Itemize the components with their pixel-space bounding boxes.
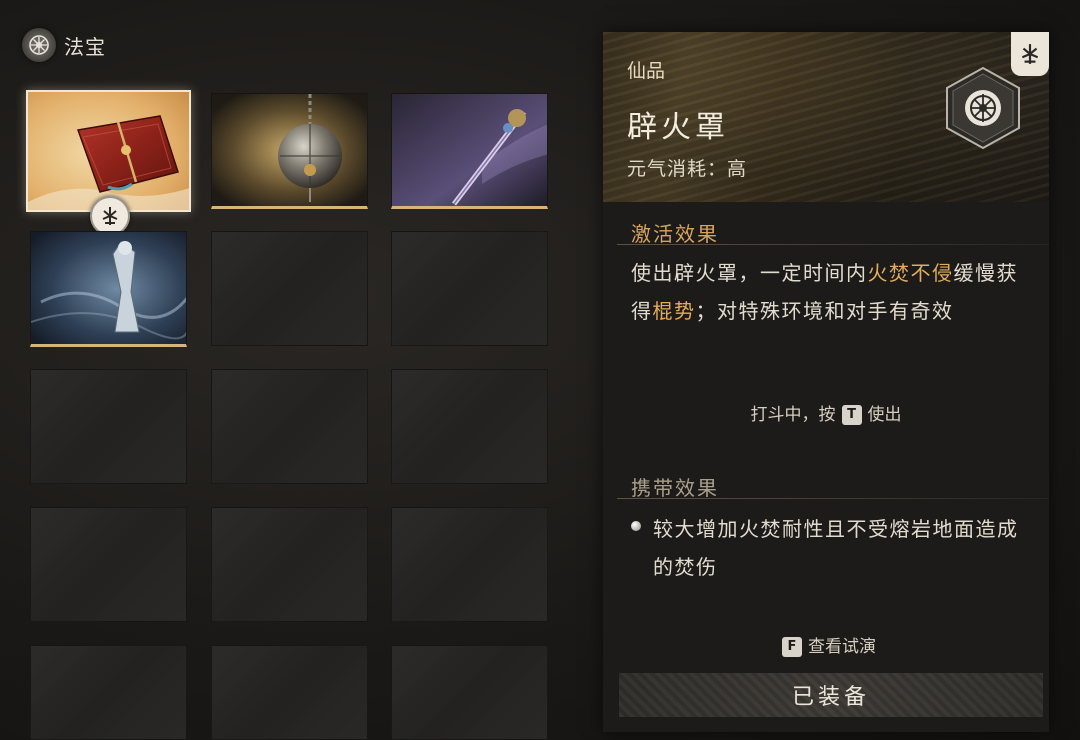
treasure-slot-fire-cover[interactable] [26,90,191,212]
empty-slot[interactable] [391,231,548,346]
activation-effect-text: 使出辟火罩，一定时间内火焚不侵缓慢获得棍势；对特殊环境和对手有奇效 [631,254,1031,330]
tier-label: 仙品 [627,60,666,82]
divider [617,498,1049,499]
empty-slot[interactable] [391,369,548,484]
preview-label: 查看试演 [808,637,876,657]
bullet-icon [631,521,641,531]
preview-button[interactable]: F 查看试演 [603,632,1049,657]
treasure-slot-silver-orb[interactable] [211,93,368,209]
empty-slot[interactable] [30,369,187,484]
empty-slot[interactable] [211,369,368,484]
carry-effect-title: 携带效果 [631,476,719,500]
empty-slot[interactable] [391,507,548,622]
treasure-class-icon [946,66,1020,150]
treasure-detail-panel: 仙品 辟火罩 元气消耗：高 激活效果 使出辟火罩，一定时间内火焚不侵缓慢获得棍势… [603,32,1049,732]
red-book-art [28,92,189,210]
use-hint-suffix: 使出 [867,405,902,425]
activation-effect-title: 激活效果 [631,222,719,246]
treasure-slot-jeweled-staff[interactable] [391,93,548,209]
empty-slot[interactable] [211,645,368,740]
mist-figure-art [31,232,186,344]
silver-orb-art [212,94,367,206]
equipped-button[interactable]: 已装备 [619,673,1043,717]
carry-effect-item: 较大增加火焚耐性且不受熔岩地面造成的焚伤 [631,510,1023,586]
spirit-cost: 元气消耗：高 [627,158,748,180]
fire-ward-icon [90,196,130,236]
key-f-icon: F [782,637,802,657]
effect-keyword-focus: 棍势 [652,299,696,323]
effect-text: 使出辟火罩，一定时间内 [631,261,868,285]
carry-effect-text: 较大增加火焚耐性且不受熔岩地面造成的焚伤 [653,517,1019,579]
effect-text: ；对特殊环境和对手有奇效 [695,299,954,323]
use-hint-prefix: 打斗中，按 [750,405,836,425]
use-hint: 打斗中，按 T 使出 [603,400,1049,425]
item-name: 辟火罩 [627,110,729,145]
empty-slot[interactable] [211,231,368,346]
treasure-grid [0,0,580,740]
divider [617,244,1049,245]
empty-slot[interactable] [391,645,548,740]
effect-keyword-fire-immunity: 火焚不侵 [867,261,954,285]
empty-slot[interactable] [30,507,187,622]
jeweled-staff-art [392,94,547,206]
empty-slot[interactable] [211,507,368,622]
key-t-icon: T [841,405,862,425]
empty-slot[interactable] [30,645,187,740]
treasure-slot-mist-figure[interactable] [30,231,187,347]
